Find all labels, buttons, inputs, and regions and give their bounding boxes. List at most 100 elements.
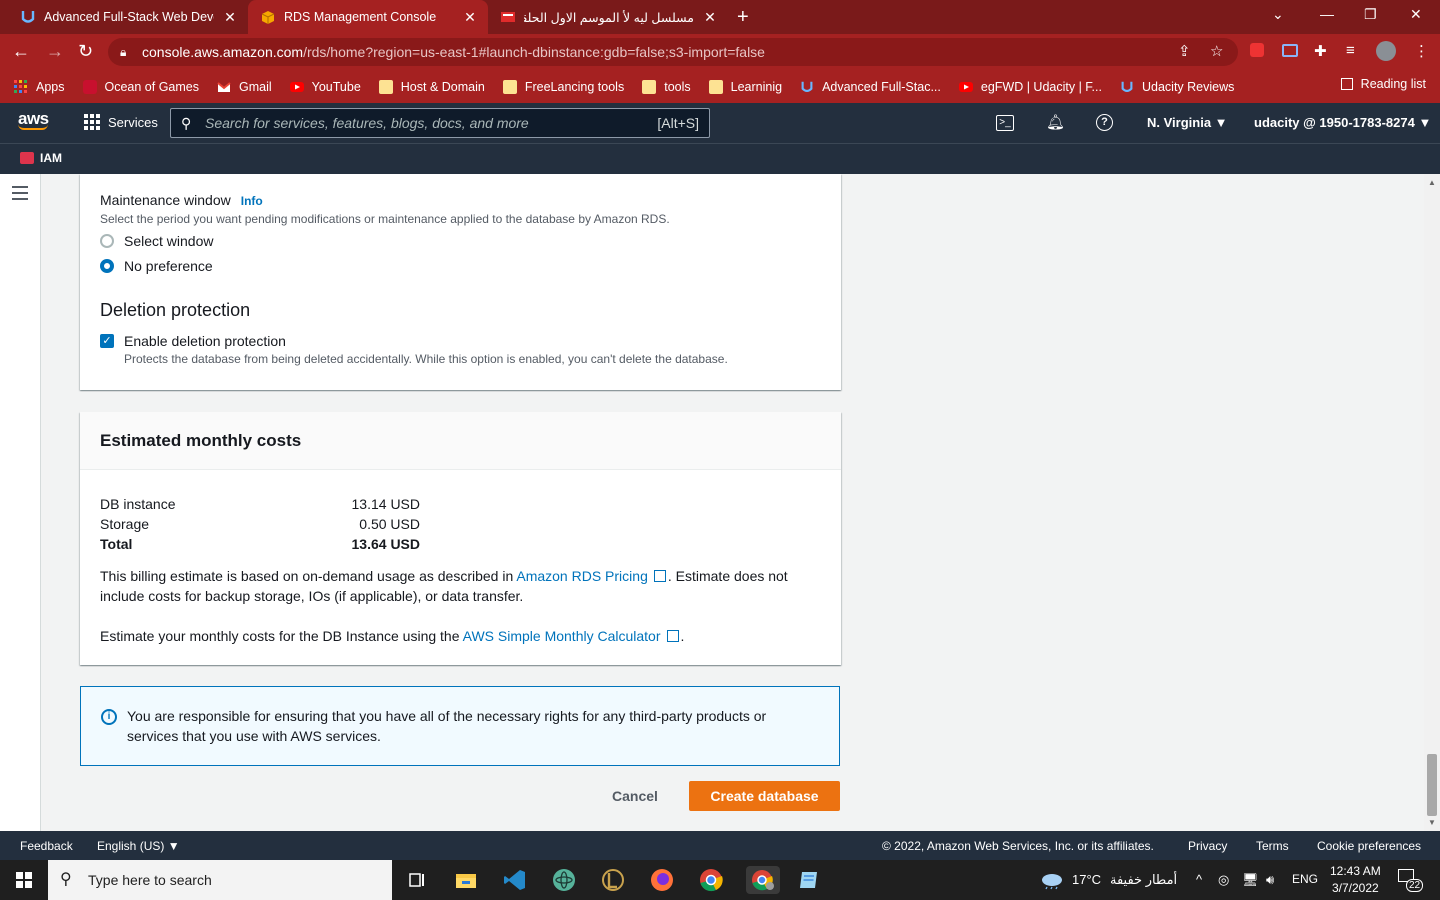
reading-list-button[interactable]: Reading list — [1340, 77, 1426, 91]
bookmark-learning[interactable]: Learninig — [708, 79, 782, 94]
windows-start-icon[interactable] — [16, 872, 32, 888]
tab-close-icon[interactable]: ✕ — [222, 9, 238, 26]
region-selector[interactable]: N. Virginia ▼ — [1147, 115, 1228, 130]
bookmark-youtube[interactable]: YouTube — [289, 80, 361, 94]
deletion-protection-checkbox[interactable]: ✓ Enable deletion protection — [100, 333, 286, 349]
side-nav-rail — [0, 174, 41, 831]
feedback-link[interactable]: Feedback — [20, 839, 73, 853]
tab-series[interactable]: مسلسل ليه لأ الموسم الاول الحلقة ✕ — [488, 0, 728, 34]
notification-center-icon[interactable]: 22 — [1398, 869, 1424, 892]
network-icon[interactable]: 🖥︎ — [1242, 872, 1259, 888]
radio-select-window[interactable]: Select window — [100, 233, 214, 249]
game-launcher-icon[interactable] — [599, 866, 627, 894]
input-language[interactable]: ENG — [1292, 872, 1318, 886]
radio-label: Select window — [124, 233, 214, 249]
back-icon[interactable]: ← — [12, 41, 30, 62]
share-icon[interactable]: ⇪ — [1178, 42, 1191, 60]
tab-rds[interactable]: RDS Management Console ✕ — [248, 0, 488, 34]
radio-circle[interactable] — [100, 234, 114, 248]
terms-link[interactable]: Terms — [1256, 839, 1289, 853]
extensions-puzzle-icon[interactable]: ✚ — [1314, 42, 1327, 60]
new-tab-icon[interactable]: + — [737, 6, 749, 29]
address-input[interactable]: 🔒︎ console.aws.amazon.com/rds/home?regio… — [108, 38, 1238, 66]
meet-now-icon[interactable]: ◎ — [1218, 872, 1229, 888]
chrome-icon[interactable] — [697, 866, 725, 894]
bookmark-tools[interactable]: tools — [642, 79, 691, 94]
notepad-icon[interactable] — [795, 866, 823, 894]
info-circle-icon: i — [101, 709, 117, 725]
tab-close-icon[interactable]: ✕ — [462, 9, 478, 26]
screen-extension-icon[interactable] — [1282, 44, 1298, 57]
adblock-extension-icon[interactable] — [1250, 43, 1264, 57]
vscode-icon[interactable] — [501, 866, 529, 894]
favorites-bar: IAM — [0, 143, 1440, 174]
bookmark-advanced-fullstack[interactable]: Advanced Full-Stac... — [800, 80, 941, 94]
scroll-up-icon[interactable]: ▲ — [1428, 178, 1436, 187]
file-explorer-icon[interactable] — [452, 866, 480, 894]
help-icon[interactable]: ? — [1096, 114, 1113, 131]
external-link-icon[interactable] — [653, 570, 666, 582]
weather-cloud-icon[interactable] — [1040, 870, 1064, 893]
bookmark-star-icon[interactable]: ☆ — [1210, 42, 1223, 60]
services-menu-button[interactable]: Services — [84, 114, 158, 130]
folder-icon — [502, 79, 517, 94]
weather-description[interactable]: أمطار خفيفة — [1110, 872, 1177, 888]
aws-logo-text: aws — [18, 109, 49, 128]
radio-circle-selected[interactable] — [100, 259, 114, 273]
taskbar-search-input[interactable]: ⚲ Type here to search — [48, 860, 392, 900]
scroll-down-icon[interactable]: ▼ — [1428, 818, 1436, 827]
cookie-preferences-link[interactable]: Cookie preferences — [1317, 839, 1421, 853]
bookmark-ocean-of-games[interactable]: Ocean of Games — [82, 79, 199, 94]
bookmark-gmail[interactable]: Gmail — [217, 80, 272, 94]
bookmark-egfwd[interactable]: egFWD | Udacity | F... — [958, 79, 1102, 94]
window-close-icon[interactable]: ✕ — [1410, 6, 1422, 23]
taskbar-search-placeholder: Type here to search — [88, 872, 212, 888]
tab-close-icon[interactable]: ✕ — [702, 9, 718, 26]
privacy-link[interactable]: Privacy — [1188, 839, 1227, 853]
tab-udacity[interactable]: Advanced Full-Stack Web Develo ✕ — [8, 0, 248, 34]
chrome-menu-icon[interactable]: ⋮ — [1414, 42, 1429, 60]
cancel-button[interactable]: Cancel — [601, 781, 669, 811]
folder-icon — [642, 79, 657, 94]
maintenance-info-link[interactable]: Info — [241, 194, 263, 208]
bookmark-udacity-reviews[interactable]: Udacity Reviews — [1120, 80, 1234, 94]
bookmark-freelancing-tools[interactable]: FreeLancing tools — [502, 79, 624, 94]
forward-icon[interactable]: → — [46, 41, 64, 62]
firefox-icon[interactable] — [648, 866, 676, 894]
create-database-button[interactable]: Create database — [689, 781, 840, 811]
weather-temp[interactable]: 17°C — [1072, 872, 1101, 887]
language-selector[interactable]: English (US) ▼ — [97, 839, 180, 853]
rds-pricing-link[interactable]: Amazon RDS Pricing — [516, 568, 648, 584]
aws-top-nav: aws Services ⚲ Search for services, feat… — [0, 103, 1440, 143]
reload-icon[interactable]: ↻ — [78, 41, 93, 62]
cloudshell-icon[interactable]: >_ — [996, 115, 1014, 131]
bookmark-label: egFWD | Udacity | F... — [980, 79, 1102, 94]
profile-avatar[interactable] — [1376, 41, 1396, 61]
monthly-calculator-link[interactable]: AWS Simple Monthly Calculator — [463, 628, 661, 644]
radio-no-preference[interactable]: No preference — [100, 258, 213, 274]
tray-chevron-up-icon[interactable]: ^ — [1196, 872, 1202, 887]
media-queue-icon[interactable]: ≡ — [1346, 42, 1355, 59]
cost-value: 13.64 USD — [351, 536, 420, 552]
atom-icon[interactable] — [550, 866, 578, 894]
notifications-bell-icon[interactable]: 🔔︎ — [1046, 113, 1065, 131]
scrollbar-thumb[interactable] — [1427, 754, 1437, 816]
minimize-icon[interactable]: — — [1320, 6, 1334, 22]
system-clock[interactable]: 12:43 AM 3/7/2022 — [1330, 863, 1381, 897]
bookmark-apps[interactable]: Apps — [14, 79, 65, 94]
aws-search-input[interactable]: ⚲ Search for services, features, blogs, … — [170, 108, 710, 138]
checkbox-checked-icon[interactable]: ✓ — [100, 334, 114, 348]
volume-icon[interactable]: 🔊︎ — [1266, 872, 1274, 888]
favorite-iam[interactable]: IAM — [20, 151, 62, 165]
task-view-icon[interactable] — [403, 866, 431, 894]
page-scrollbar[interactable]: ▲ ▼ — [1424, 174, 1440, 831]
chrome-profile-icon[interactable] — [746, 866, 780, 894]
menu-hamburger-icon[interactable] — [12, 186, 28, 204]
restore-icon[interactable]: ❐ — [1364, 6, 1377, 23]
aws-logo[interactable]: aws — [18, 109, 49, 130]
external-link-icon[interactable] — [666, 630, 679, 642]
account-menu[interactable]: udacity @ 1950-1783-8274 ▼ — [1254, 115, 1431, 130]
tab-search-chevron-icon[interactable]: ⌄ — [1272, 6, 1284, 23]
bookmark-host-domain[interactable]: Host & Domain — [378, 79, 485, 94]
checkbox-label: Enable deletion protection — [124, 333, 286, 349]
